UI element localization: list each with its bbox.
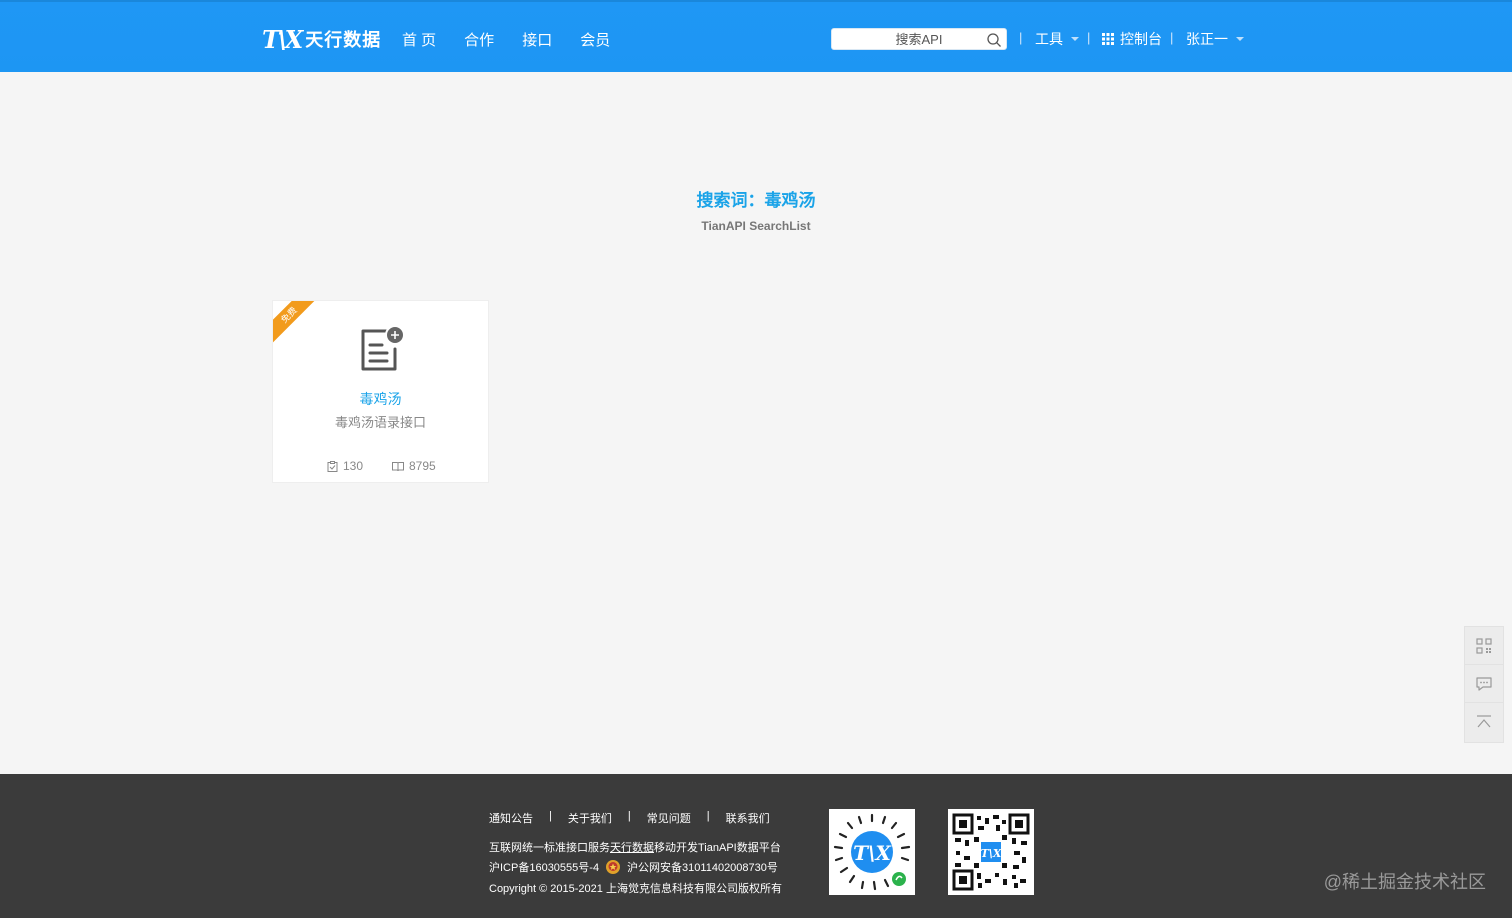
free-ribbon: 免费	[273, 301, 323, 349]
footer-separator: |	[549, 810, 552, 822]
chevron-down-icon	[1236, 37, 1244, 41]
header-separator: |	[1087, 30, 1091, 45]
wechat-qrcode: T\X	[948, 809, 1034, 895]
back-to-top-button[interactable]	[1465, 703, 1503, 741]
console-link[interactable]: 控制台	[1102, 29, 1162, 49]
miniprogram-code-icon: T\X	[833, 813, 911, 891]
footer-separator: |	[627, 810, 631, 822]
nav-api[interactable]: 接口	[522, 29, 552, 50]
footer-tagline-text: 互联网统一标准接口服务	[489, 842, 610, 854]
miniprogram-qrcode: T\X	[829, 809, 915, 895]
book-icon	[392, 461, 404, 471]
api-description: 毒鸡汤语录接口	[334, 415, 426, 430]
main-nav: 首 页 合作 接口 会员	[402, 29, 638, 50]
api-document-icon	[361, 325, 405, 371]
qrcode-icon: T\X	[952, 813, 1030, 891]
footer-link-contact[interactable]: 联系我们	[726, 810, 770, 826]
footer-links: 通知公告 | 关于我们 | 常见问题 | 联系我们	[489, 810, 770, 826]
side-toolbar	[1464, 626, 1504, 743]
apps-count: 130	[327, 459, 363, 473]
footer-tagline: 互联网统一标准接口服务 天行数据 移动开发TianAPI数据平台	[489, 839, 781, 855]
api-name[interactable]: 毒鸡汤	[273, 389, 488, 409]
calls-count-value: 8795	[409, 459, 436, 473]
logo-text: 天行数据	[305, 30, 382, 50]
footer-license: 沪ICP备16030555号-4 沪公网安备31011402008730号	[489, 859, 778, 875]
chat-icon	[1476, 676, 1492, 691]
console-label: 控制台	[1120, 31, 1162, 47]
logo-mark: T\X	[262, 24, 303, 54]
svg-text:T\X: T\X	[981, 847, 1002, 860]
page-subtitle: TianAPI SearchList	[701, 219, 811, 233]
search-icon[interactable]	[986, 32, 1002, 48]
watermark: @稀土掘金技术社区	[1323, 872, 1486, 892]
nav-cooperation[interactable]: 合作	[464, 29, 494, 50]
top-header: T\X 天行数据 首 页 合作 接口 会员 | 工具 | 控制台 | 张正一	[0, 0, 1512, 72]
header-separator: |	[1170, 30, 1174, 45]
site-logo[interactable]: T\X 天行数据	[262, 24, 382, 54]
site-footer: 通知公告 | 关于我们 | 常见问题 | 联系我们 互联网统一标准接口服务 天行…	[0, 774, 1512, 918]
back-to-top-icon	[1477, 715, 1491, 728]
footer-link-notices[interactable]: 通知公告	[489, 810, 533, 826]
header-separator: |	[1019, 30, 1023, 45]
nav-membership[interactable]: 会员	[580, 29, 610, 50]
qrcode-button[interactable]	[1465, 627, 1503, 665]
user-name: 张正一	[1186, 31, 1228, 47]
footer-brand-link[interactable]: 天行数据	[610, 839, 654, 855]
user-menu[interactable]: 张正一	[1186, 29, 1244, 49]
police-badge-icon	[606, 860, 621, 874]
search-box	[831, 28, 1007, 50]
footer-separator: |	[706, 810, 710, 822]
calls-count: 8795	[392, 459, 436, 473]
footer-copyright: Copyright © 2015-2021 上海觉克信息科技有限公司版权所有	[489, 883, 782, 895]
police-record-number[interactable]: 沪公网安备31011402008730号	[627, 859, 778, 875]
footer-link-about[interactable]: 关于我们	[568, 810, 612, 826]
tools-menu[interactable]: 工具	[1035, 29, 1079, 49]
apps-count-value: 130	[343, 459, 364, 473]
apps-grid-icon	[1102, 33, 1114, 45]
chevron-down-icon	[1071, 37, 1079, 41]
search-input[interactable]	[832, 29, 982, 49]
nav-home[interactable]: 首 页	[402, 29, 436, 50]
page-title: 搜索词：毒鸡汤	[696, 191, 816, 210]
qrcode-icon	[1476, 637, 1492, 654]
clipboard-check-icon	[327, 460, 338, 472]
footer-tagline-text: 移动开发TianAPI数据平台	[654, 842, 781, 854]
api-card[interactable]: 免费 毒鸡汤 毒鸡汤语录接口 130 8795	[272, 300, 489, 483]
tools-label: 工具	[1035, 31, 1063, 47]
footer-link-faq[interactable]: 常见问题	[647, 810, 691, 826]
svg-text:T\X: T\X	[853, 841, 892, 865]
feedback-button[interactable]	[1465, 665, 1503, 703]
icp-number[interactable]: 沪ICP备16030555号-4	[489, 859, 599, 875]
